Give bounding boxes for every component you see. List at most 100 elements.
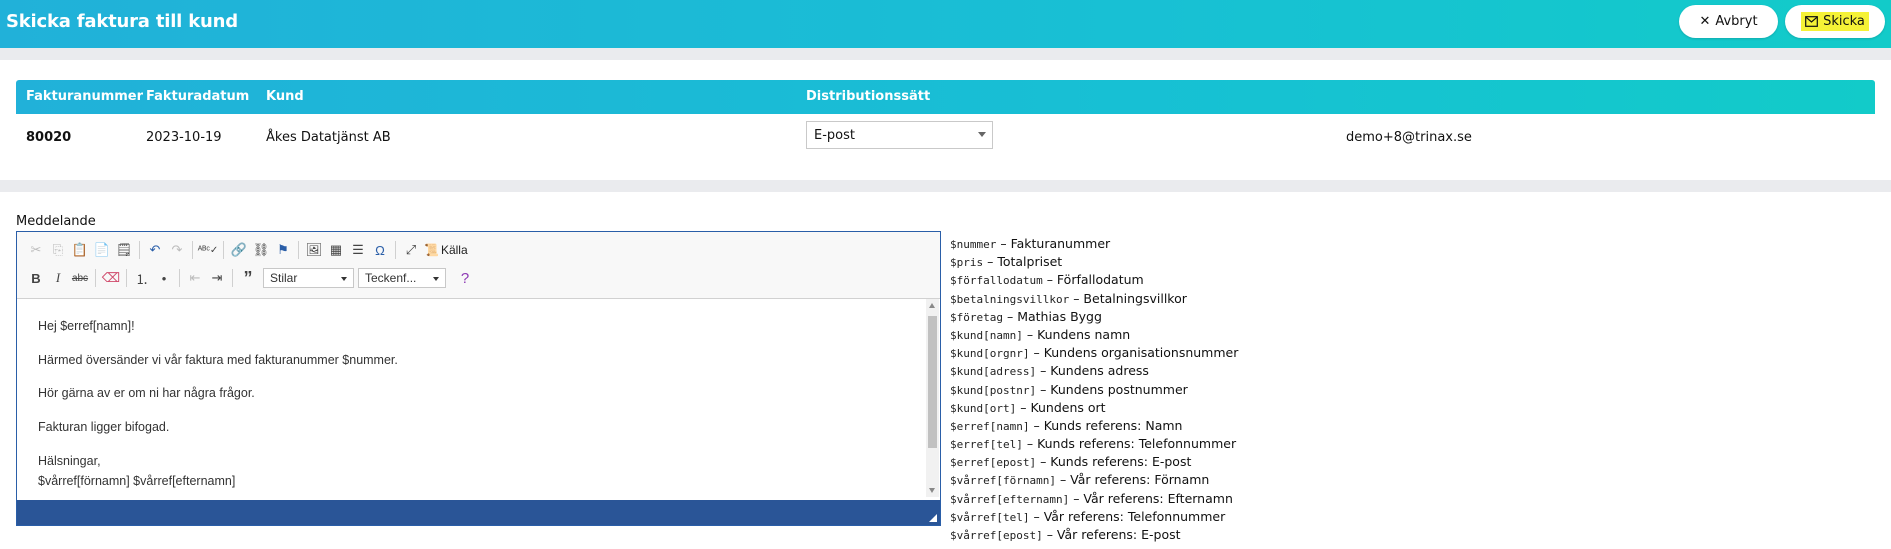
chevron-down-icon <box>341 277 347 281</box>
invoice-number: 80020 <box>26 130 72 145</box>
send-button[interactable]: Skicka <box>1785 5 1885 38</box>
editor-status-bar <box>17 500 940 525</box>
source-button-label: Källa <box>440 243 468 257</box>
variable-code: $kund[adress] <box>950 365 1037 379</box>
variable-description: Kundens postnummer <box>1050 381 1188 397</box>
variable-code: $betalningsvillkor <box>950 292 1070 306</box>
variable-description: Vår referens: Telefonnummer <box>1043 508 1226 524</box>
source-button[interactable]: 📜 Källa <box>424 243 468 257</box>
close-icon: ✕ <box>1699 14 1711 29</box>
variable-item: $vårref[efternamn] – Vår referens: Efter… <box>950 490 1238 508</box>
send-button-highlight: Skicka <box>1801 12 1869 31</box>
column-header-date: Fakturadatum <box>146 89 250 104</box>
blockquote-icon[interactable]: ” <box>237 267 259 289</box>
variable-description: Totalpriset <box>997 254 1063 270</box>
chevron-down-icon <box>978 132 986 137</box>
editor-content[interactable]: Hej $erref[namn]! Härmed översänder vi v… <box>17 299 925 499</box>
outdent-icon[interactable]: ⇤ <box>184 267 206 289</box>
message-editor: ✂ ⎘ 📋 📄 🗒 ↶ ↷ ᴬᴮᶜ✓ 🔗 ⛓ ⚑ 🖼 ▦ ☰ Ω ⤢ 📜 Käl… <box>16 231 941 526</box>
copy-icon[interactable]: ⎘ <box>47 239 69 261</box>
spellcheck-icon[interactable]: ᴬᴮᶜ✓ <box>197 239 219 261</box>
scroll-down-icon[interactable] <box>929 488 935 493</box>
message-line: Härmed översänder vi vår faktura med fak… <box>38 353 398 367</box>
variable-description: Kunds referens: Namn <box>1043 417 1183 433</box>
scroll-up-icon[interactable] <box>929 303 935 308</box>
editor-scrollbar[interactable] <box>926 299 939 497</box>
numbered-list-icon[interactable]: ⒈ <box>131 267 153 289</box>
variable-separator: – <box>1029 345 1044 361</box>
indent-icon[interactable]: ⇥ <box>206 267 228 289</box>
variable-code: $vårref[efternamn] <box>950 492 1070 506</box>
variable-description: Fakturanummer <box>1010 236 1111 251</box>
variable-item: $kund[adress] – Kundens adress <box>950 362 1238 380</box>
editor-toolbar: ✂ ⎘ 📋 📄 🗒 ↶ ↷ ᴬᴮᶜ✓ 🔗 ⛓ ⚑ 🖼 ▦ ☰ Ω ⤢ 📜 Käl… <box>17 232 940 299</box>
variable-code: $kund[namn] <box>950 328 1023 342</box>
remove-format-icon[interactable]: ⌫ <box>100 267 122 289</box>
table-icon[interactable]: ▦ <box>325 239 347 261</box>
invoice-table-header: Fakturanummer Fakturadatum Kund Distribu… <box>16 80 1875 114</box>
variable-code: $vårref[epost] <box>950 529 1043 542</box>
variable-separator: – <box>1036 381 1051 397</box>
message-line: Hör gärna av er om ni har några frågor. <box>38 386 255 400</box>
variable-item: $vårref[epost] – Vår referens: E-post <box>950 526 1238 544</box>
message-label: Meddelande <box>16 214 96 229</box>
message-line: Hälsningar, <box>38 454 101 468</box>
section-divider <box>0 180 1891 192</box>
variable-separator: – <box>996 236 1011 251</box>
variable-description: Förfallodatum <box>1056 272 1144 288</box>
variable-separator: – <box>1042 527 1057 542</box>
variable-separator: – <box>983 254 998 270</box>
variable-item: $kund[namn] – Kundens namn <box>950 326 1238 344</box>
variable-description: Kundens organisationsnummer <box>1043 345 1239 361</box>
cancel-button[interactable]: ✕ Avbryt <box>1679 5 1778 38</box>
strikethrough-icon[interactable]: abc <box>69 267 91 289</box>
undo-icon[interactable]: ↶ <box>144 239 166 261</box>
variable-description: Vår referens: Förnamn <box>1070 472 1210 488</box>
image-icon[interactable]: 🖼 <box>303 239 325 261</box>
italic-icon[interactable]: I <box>47 267 69 289</box>
column-header-distribution: Distributionssätt <box>806 89 931 104</box>
unlink-icon[interactable]: ⛓ <box>250 239 272 261</box>
chevron-down-icon <box>433 277 439 281</box>
variables-list: $nummer – Fakturanummer $pris – Totalpris… <box>950 235 1238 544</box>
variable-item: $vårref[tel] – Vår referens: Telefonnumm… <box>950 508 1238 526</box>
anchor-flag-icon[interactable]: ⚑ <box>272 239 294 261</box>
variable-code: $företag <box>950 310 1003 324</box>
variable-code: $erref[tel] <box>950 438 1023 452</box>
paste-icon[interactable]: 📋 <box>69 239 91 261</box>
variable-code: $nummer <box>950 238 997 251</box>
variable-code: $pris <box>950 256 984 270</box>
maximize-icon[interactable]: ⤢ <box>400 239 422 261</box>
font-dropdown-label: Teckenf... <box>365 271 417 285</box>
variable-code: $vårref[tel] <box>950 510 1030 524</box>
redo-icon[interactable]: ↷ <box>166 239 188 261</box>
paste-text-icon[interactable]: 📄 <box>91 239 113 261</box>
styles-dropdown[interactable]: Stilar <box>263 268 354 288</box>
horizontal-line-icon[interactable]: ☰ <box>347 239 369 261</box>
variable-code: $erref[namn] <box>950 419 1030 433</box>
cut-icon[interactable]: ✂ <box>25 239 47 261</box>
variable-item: $kund[ort] – Kundens ort <box>950 399 1238 417</box>
variable-description: Kundens adress <box>1050 363 1149 379</box>
scrollbar-thumb[interactable] <box>928 316 937 448</box>
toolbar-separator <box>223 241 224 259</box>
column-header-customer: Kund <box>266 89 304 104</box>
font-dropdown[interactable]: Teckenf... <box>358 268 446 288</box>
special-char-icon[interactable]: Ω <box>369 239 391 261</box>
link-icon[interactable]: 🔗 <box>228 239 250 261</box>
distribution-select[interactable]: E-post <box>806 121 993 149</box>
distribution-select-value: E-post <box>814 128 855 143</box>
variable-code: $erref[epost] <box>950 456 1037 470</box>
toolbar-separator <box>298 241 299 259</box>
toolbar-separator <box>192 241 193 259</box>
bold-icon[interactable]: B <box>25 267 47 289</box>
help-icon[interactable]: ? <box>454 267 476 289</box>
variable-item: $pris – Totalpriset <box>950 253 1238 271</box>
resize-handle-icon[interactable] <box>929 514 937 522</box>
bulleted-list-icon[interactable]: • <box>153 267 175 289</box>
variable-item: $kund[orgnr] – Kundens organisationsnumm… <box>950 344 1238 362</box>
variable-separator: – <box>1016 399 1031 415</box>
paste-word-icon[interactable]: 🗒 <box>113 239 135 261</box>
variable-item: $nummer – Fakturanummer <box>950 235 1238 253</box>
column-header-number: Fakturanummer <box>26 89 144 104</box>
